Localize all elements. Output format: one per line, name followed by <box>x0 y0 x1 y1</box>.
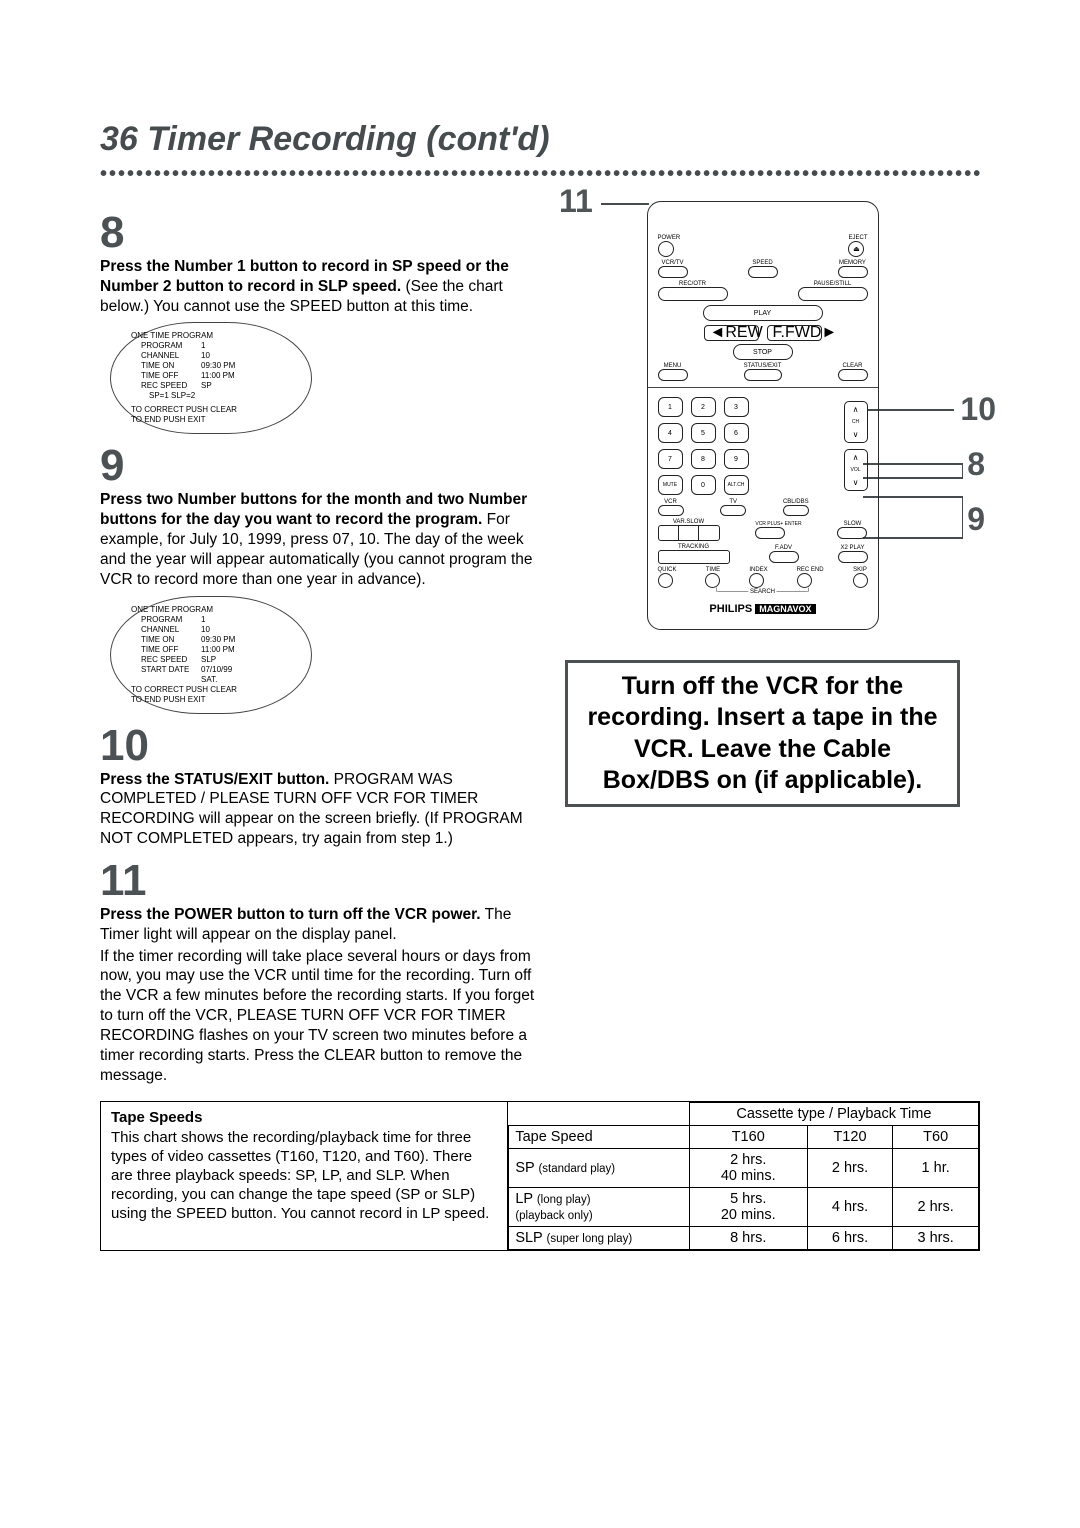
eject-button: ⏏ <box>848 241 864 257</box>
osd-screen-2: ONE TIME PROGRAM PROGRAM1 CHANNEL10 TIME… <box>110 596 312 714</box>
tape-speed-table: Cassette type / Playback Time Tape Speed… <box>508 1102 979 1250</box>
tape-text: This chart shows the recording/playback … <box>111 1129 489 1223</box>
num-2-button: 2 <box>691 397 716 417</box>
page-title: 36 Timer Recording (cont'd) <box>100 120 980 159</box>
divider-dots: ••••••••••••••••••••••••••••••••••••••••… <box>100 163 980 186</box>
ffwd-button: F.FWD► <box>767 325 822 341</box>
num-1-button: 1 <box>658 397 683 417</box>
status-exit-button <box>744 369 782 381</box>
callout-9: 9 <box>967 501 985 538</box>
step-11-bold: Press the POWER button to turn off the V… <box>100 906 481 923</box>
step-10: 10 Press the STATUS/EXIT button. PROGRAM… <box>100 724 545 849</box>
step-10-number: 10 <box>100 724 545 768</box>
instruction-box: Turn off the VCR for the recording. Inse… <box>565 660 960 807</box>
ch-rocker: ∧CH∨ <box>844 401 868 443</box>
step-9-number: 9 <box>100 444 545 488</box>
remote-diagram: POWER EJECT⏏ VCR/TV SPEED MEMORY REC/OTR… <box>647 201 879 630</box>
step-11-number: 11 <box>100 859 545 903</box>
power-button <box>658 241 674 257</box>
tape-heading: Tape Speeds <box>111 1108 497 1127</box>
mute-button: MUTE <box>658 475 683 495</box>
play-button: PLAY <box>703 305 823 321</box>
tape-speed-section: Tape Speeds This chart shows the recordi… <box>100 1101 980 1251</box>
step-11: 11 Press the POWER button to turn off th… <box>100 859 545 1085</box>
step-8: 8 Press the Number 1 button to record in… <box>100 211 545 316</box>
callout-10: 10 <box>960 391 996 428</box>
osd-screen-1: ONE TIME PROGRAM PROGRAM1 CHANNEL10 TIME… <box>110 322 312 434</box>
step-9: 9 Press two Number buttons for the month… <box>100 444 545 589</box>
vol-rocker: ∧VOL∨ <box>844 449 868 491</box>
stop-button: STOP <box>733 344 793 360</box>
rew-button: ◄REW <box>704 325 759 341</box>
brand-logo: PHILIPSMAGNAVOX <box>658 603 868 615</box>
step-9-bold: Press two Number buttons for the month a… <box>100 491 527 528</box>
callout-8: 8 <box>967 446 985 483</box>
step-8-number: 8 <box>100 211 545 255</box>
step-11-para2: If the timer recording will take place s… <box>100 947 545 1086</box>
step-10-bold: Press the STATUS/EXIT button. <box>100 771 329 788</box>
callout-11: 11 <box>559 183 593 220</box>
